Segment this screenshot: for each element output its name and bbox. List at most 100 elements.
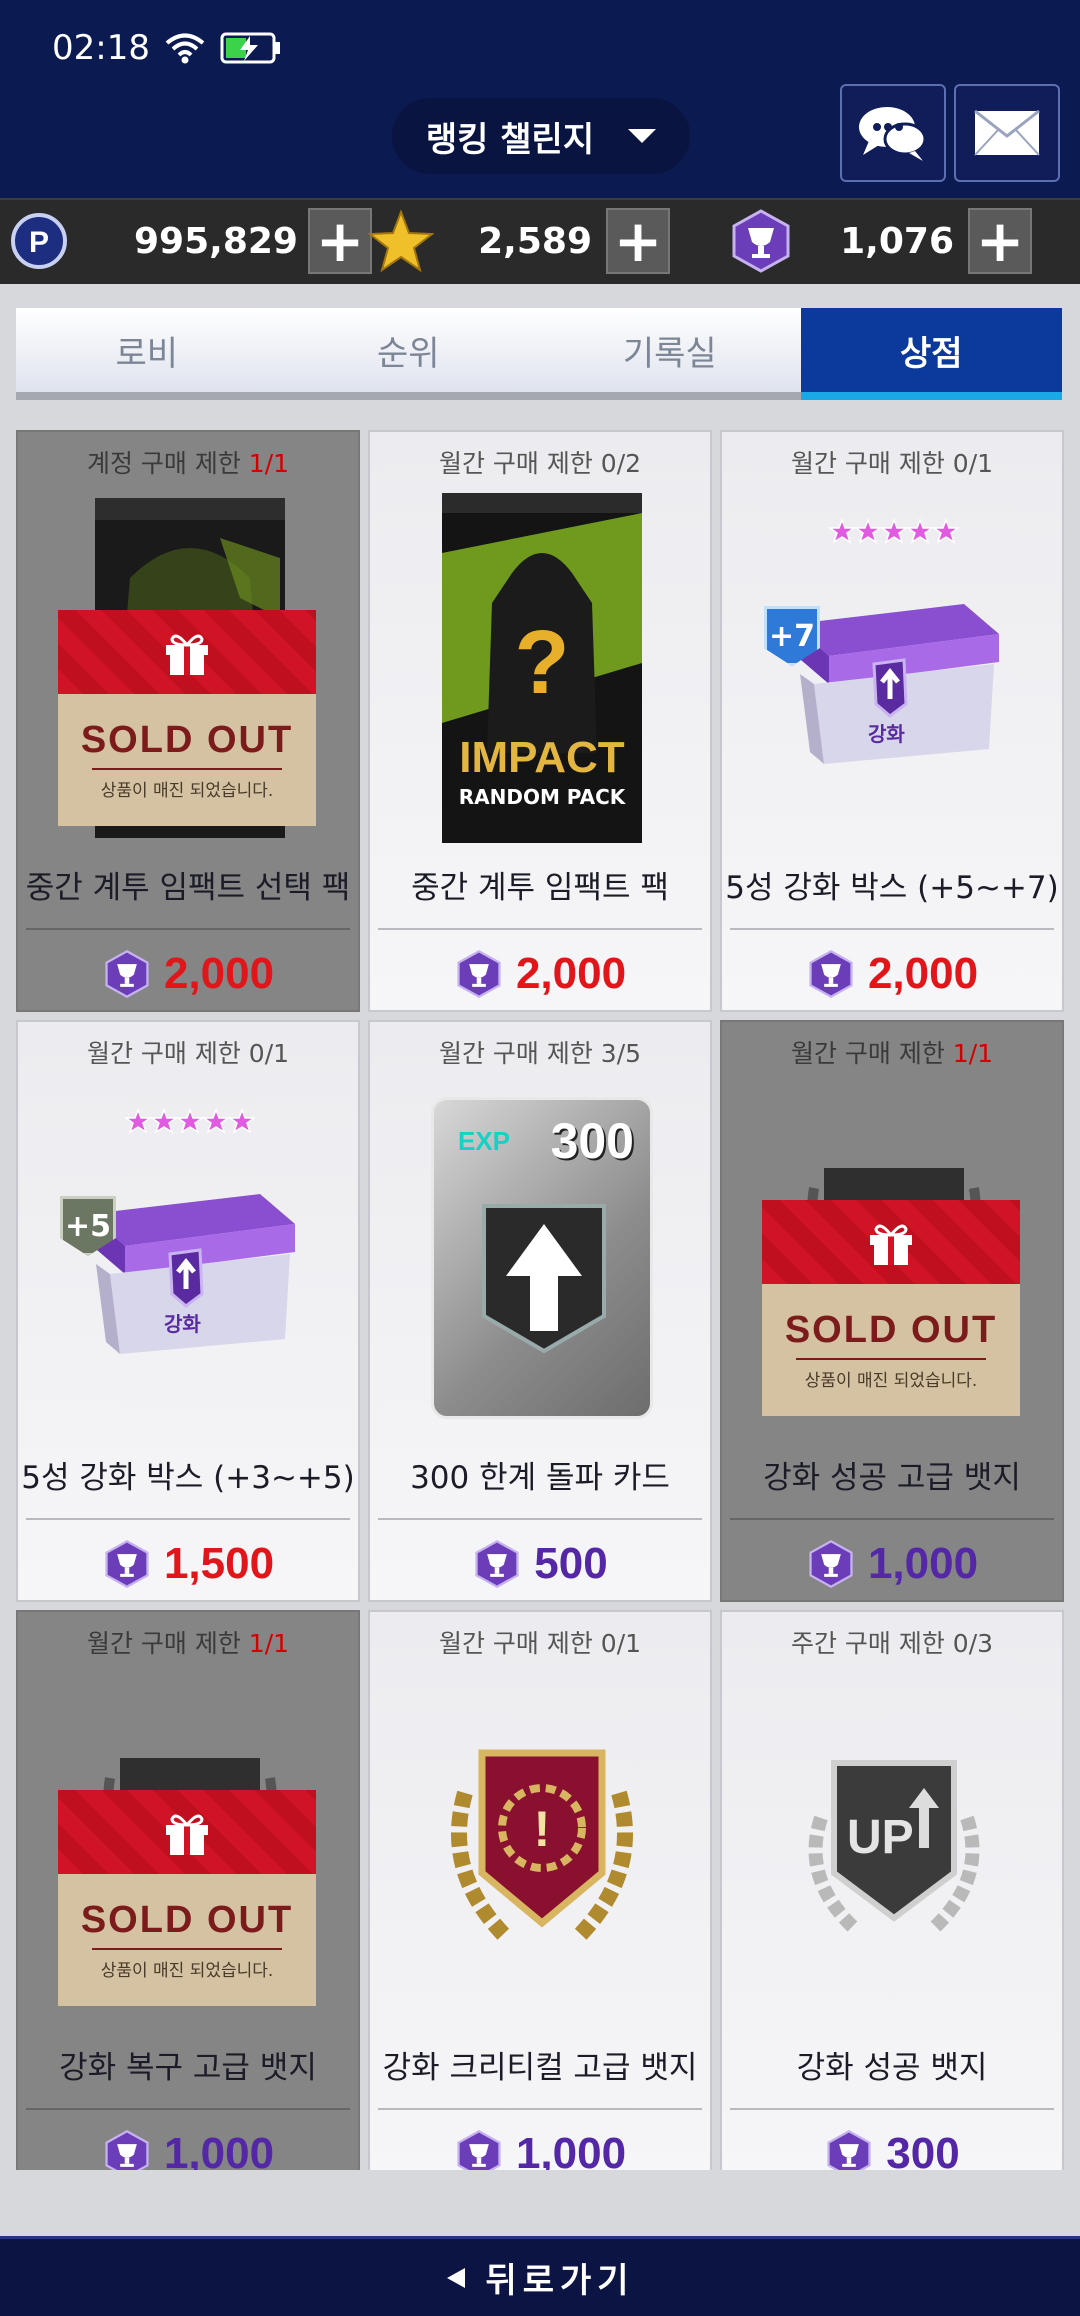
five-stars-icon xyxy=(829,518,959,544)
back-label: 뒤로가기 xyxy=(485,2261,635,2301)
trophy-gem-icon xyxy=(105,949,149,999)
item-name: 강화 성공 고급 뱃지 xyxy=(763,1460,1021,1496)
trophy-gem-icon xyxy=(105,2129,149,2170)
svg-text:!: ! xyxy=(534,1801,551,1857)
tab-lobby[interactable]: 로비 xyxy=(16,308,278,392)
enhance-box-icon xyxy=(794,604,999,764)
trophy-gem-icon xyxy=(457,949,501,999)
gift-icon xyxy=(166,1814,208,1855)
chevron-left-icon xyxy=(447,2267,466,2288)
item-price: 2,000 xyxy=(18,948,358,1000)
purchase-limit: 월간 구매 제한 3/5 xyxy=(438,1039,642,1068)
wifi-icon xyxy=(165,33,205,64)
pack-subtitle: RANDOM PACK xyxy=(458,785,626,809)
exp-tag: EXP xyxy=(458,1126,511,1156)
gift-icon xyxy=(870,1224,912,1265)
top-bar: 02:18 랭킹 챌린지 xyxy=(0,0,1080,198)
chevron-down-icon xyxy=(628,129,657,143)
tab-ranking[interactable]: 순위 xyxy=(278,308,540,392)
trophy-gem-icon xyxy=(809,1539,853,1589)
purchase-limit: 월간 구매 제한 0/1 xyxy=(86,1039,290,1068)
trophy-gem-icon xyxy=(457,2129,501,2170)
item-image: UP xyxy=(744,1668,1044,2028)
svg-text:?: ? xyxy=(515,613,570,713)
mail-button[interactable] xyxy=(954,84,1060,182)
item-price: 1,500 xyxy=(18,1538,358,1590)
item-image: ? IMPACT RANDOM PACK xyxy=(392,488,692,848)
shop-tabs: 로비 순위 기록실 상점 xyxy=(16,308,1062,400)
tab-records[interactable]: 기록실 xyxy=(539,308,801,392)
sold-out-overlay: SOLD OUT 상품이 매진 되었습니다. xyxy=(58,610,316,826)
shop-item-card[interactable]: 월간 구매 제한 1/1 SOLD OUT 상품이 매진 되었습니다. 강화 복구… xyxy=(16,1610,360,2170)
shop-item-card[interactable]: 월간 구매 제한 1/1 SOLD OUT 상품이 매진 되었습니다. 강화 성공… xyxy=(720,1020,1064,1602)
item-price: 2,000 xyxy=(370,948,710,1000)
item-price: 300 xyxy=(722,2128,1062,2170)
p-coin-currency: P 995,829 + xyxy=(10,208,372,274)
shop-item-card[interactable]: 월간 구매 제한 0/1 강화 +5 5성 강화 박스 (+3~+5) 1,50… xyxy=(16,1020,360,1602)
exp-value: 300 xyxy=(550,1113,634,1169)
five-stars-icon xyxy=(125,1108,255,1134)
p-coin-icon: P xyxy=(11,213,67,269)
back-button[interactable]: 뒤로가기 xyxy=(0,2236,1080,2316)
item-name: 중간 계투 임팩트 팩 xyxy=(411,870,669,906)
trophy-gem-icon xyxy=(827,2129,871,2170)
item-image: ! xyxy=(392,1668,692,2028)
star-currency: 2,589 + xyxy=(368,208,670,274)
item-price: 2,000 xyxy=(722,948,1062,1000)
sold-out-overlay: SOLD OUT 상품이 매진 되었습니다. xyxy=(762,1200,1020,1416)
sold-out-overlay: SOLD OUT 상품이 매진 되었습니다. xyxy=(58,1790,316,2006)
item-name: 5성 강화 박스 (+3~+5) xyxy=(21,1460,355,1496)
trophy-gem-icon xyxy=(809,949,853,999)
page-title: 랭킹 챌린지 xyxy=(425,119,595,160)
status-bar: 02:18 xyxy=(52,28,282,68)
mode-selector[interactable]: 랭킹 챌린지 xyxy=(392,98,690,174)
trophy-gem-icon xyxy=(475,1539,519,1589)
shop-item-card[interactable]: 계정 구매 제한 1/1 SOLD OUT 상품이 매진 되었습니다. 중간 계투… xyxy=(16,430,360,1012)
sold-out-subtitle: 상품이 매진 되었습니다. xyxy=(804,1371,978,1391)
purchase-limit: 월간 구매 제한 0/1 xyxy=(790,449,994,478)
shop-item-card[interactable]: 월간 구매 제한 3/5 EXP 300 300 한계 돌파 카드 500 xyxy=(368,1020,712,1602)
item-image: 강화 +5 xyxy=(40,1078,340,1438)
chat-bubbles-icon xyxy=(859,107,927,161)
sold-out-title: SOLD OUT xyxy=(80,719,294,761)
currency-bar: P 995,829 + 2,589 + 1,076 + xyxy=(0,198,1080,284)
purchase-limit: 월간 구매 제한 1/1 xyxy=(86,1629,290,1658)
add-p-coin-button[interactable]: + xyxy=(308,208,372,274)
item-image: 강화 +7 xyxy=(744,488,1044,848)
purchase-limit: 월간 구매 제한 1/1 xyxy=(790,1039,994,1068)
add-trophy-button[interactable]: + xyxy=(968,208,1032,274)
battery-charging-icon xyxy=(220,32,280,64)
star-amount: 2,589 xyxy=(478,220,592,262)
item-name: 300 한계 돌파 카드 xyxy=(410,1460,670,1496)
item-name: 강화 성공 뱃지 xyxy=(796,2050,988,2086)
shop-item-card[interactable]: 월간 구매 제한 0/1 강화 +7 5성 강화 박스 (+5~+7) 2,00… xyxy=(720,430,1064,1012)
item-name: 5성 강화 박스 (+5~+7) xyxy=(725,870,1059,906)
trophy-currency: 1,076 + xyxy=(728,208,1032,274)
chat-button[interactable] xyxy=(840,84,946,182)
shop-item-card[interactable]: 월간 구매 제한 0/1 ! 강화 크리티컬 고급 뱃지 1,000 xyxy=(368,1610,712,2170)
sold-out-subtitle: 상품이 매진 되었습니다. xyxy=(100,1961,274,1981)
purchase-limit: 계정 구매 제한 1/1 xyxy=(86,449,290,478)
shop-item-card[interactable]: 주간 구매 제한 0/3 UP 강화 성공 뱃지 300 xyxy=(720,1610,1064,2170)
trophy-amount: 1,076 xyxy=(840,220,954,262)
sold-out-title: SOLD OUT xyxy=(784,1309,998,1351)
svg-text:P: P xyxy=(29,226,49,259)
add-star-button[interactable]: + xyxy=(606,208,670,274)
item-price: 500 xyxy=(370,1538,710,1590)
gift-icon xyxy=(166,634,208,675)
tab-shop[interactable]: 상점 xyxy=(800,308,1062,400)
badge-text: UP xyxy=(847,1811,914,1864)
item-price: 1,000 xyxy=(370,2128,710,2170)
trophy-gem-icon xyxy=(105,1539,149,1589)
p-coin-amount: 995,829 xyxy=(134,220,298,262)
box-label: 강화 xyxy=(868,722,905,746)
shop-item-card[interactable]: 월간 구매 제한 0/2 ? IMPACT RANDOM PACK 중간 계투 … xyxy=(368,430,712,1012)
item-image: EXP 300 xyxy=(392,1078,692,1438)
star-icon xyxy=(368,210,434,272)
pack-title: IMPACT xyxy=(459,733,625,782)
box-label: 강화 xyxy=(164,1312,201,1336)
item-price: 1,000 xyxy=(18,2128,358,2170)
critical-badge-icon: ! xyxy=(451,1749,633,1944)
envelope-icon xyxy=(974,110,1040,156)
purchase-limit: 월간 구매 제한 0/2 xyxy=(438,449,642,478)
